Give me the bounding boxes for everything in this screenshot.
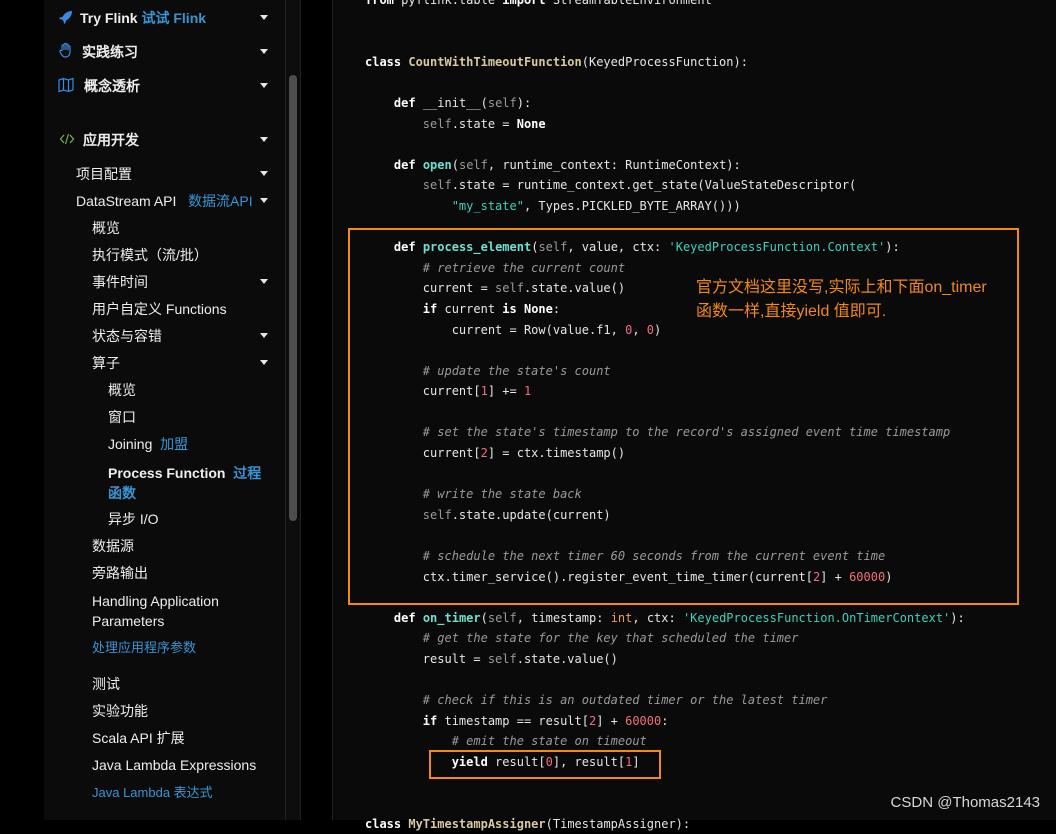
nav-op-process-function[interactable]: Process Function 过程 函数	[108, 463, 261, 503]
nav-exec-mode[interactable]: 执行模式（流/批）	[92, 246, 208, 264]
nav-app-dev[interactable]: 应用开发	[83, 131, 139, 149]
nav-op-async[interactable]: 异步 I/O	[108, 510, 159, 528]
chevron-down-icon[interactable]	[260, 333, 268, 338]
annotation-note: 官方文档这里没写,实际上和下面on_timer 函数一样,直接yield 值即可…	[696, 279, 987, 320]
nav-operators[interactable]: 算子	[92, 354, 120, 372]
chevron-down-icon[interactable]	[260, 137, 268, 142]
left-gutter	[0, 0, 44, 820]
chevron-down-icon[interactable]	[260, 279, 268, 284]
nav-overview[interactable]: 概览	[92, 219, 120, 237]
nav-sources[interactable]: 数据源	[92, 537, 134, 555]
chevron-down-icon[interactable]	[260, 360, 268, 365]
nav-concepts[interactable]: 概念透析	[84, 77, 140, 95]
hand-icon	[59, 42, 71, 58]
nav-handling-params-zh[interactable]: 处理应用程序参数	[92, 639, 196, 657]
nav-datastream-api[interactable]: DataStream API 数据流API	[76, 192, 253, 210]
chevron-down-icon[interactable]	[260, 198, 268, 203]
nav-practice[interactable]: 实践练习	[82, 43, 138, 61]
code-icon	[59, 133, 75, 145]
chevron-down-icon[interactable]	[260, 49, 268, 54]
nav-testing[interactable]: 测试	[92, 675, 120, 693]
content-gutter	[301, 0, 333, 820]
sidebar-scrollbar-thumb[interactable]	[289, 75, 297, 521]
nav-java-lambda-zh[interactable]: Java Lambda 表达式	[92, 784, 213, 802]
nav-project-config[interactable]: 项目配置	[76, 165, 132, 183]
nav-op-overview[interactable]: 概览	[108, 381, 136, 399]
chevron-down-icon[interactable]	[260, 83, 268, 88]
nav-side-output[interactable]: 旁路输出	[92, 564, 148, 582]
nav-event-time[interactable]: 事件时间	[92, 273, 148, 291]
nav-scala-ext[interactable]: Scala API 扩展	[92, 729, 185, 747]
highlight-box-yield	[429, 750, 661, 779]
nav-state[interactable]: 状态与容错	[92, 327, 162, 345]
nav-java-lambda[interactable]: Java Lambda Expressions	[92, 756, 256, 774]
chevron-down-icon[interactable]	[260, 171, 268, 176]
chevron-down-icon[interactable]	[260, 15, 268, 20]
rocket-icon	[59, 11, 72, 24]
sidebar-nav: Try Flink 试试 Flink 实践练习 概念透析 应用开发 项目配置 D…	[44, 0, 286, 820]
nav-op-joining[interactable]: Joining 加盟	[108, 435, 188, 453]
nav-udf[interactable]: 用户自定义 Functions	[92, 300, 227, 318]
nav-experimental[interactable]: 实验功能	[92, 702, 148, 720]
csdn-watermark: CSDN @Thomas2143	[890, 794, 1040, 811]
map-icon	[58, 77, 74, 93]
nav-try-flink[interactable]: Try Flink 试试 Flink	[80, 9, 206, 27]
nav-handling-params[interactable]: Handling Application Parameters	[92, 591, 219, 631]
nav-op-window[interactable]: 窗口	[108, 408, 136, 426]
